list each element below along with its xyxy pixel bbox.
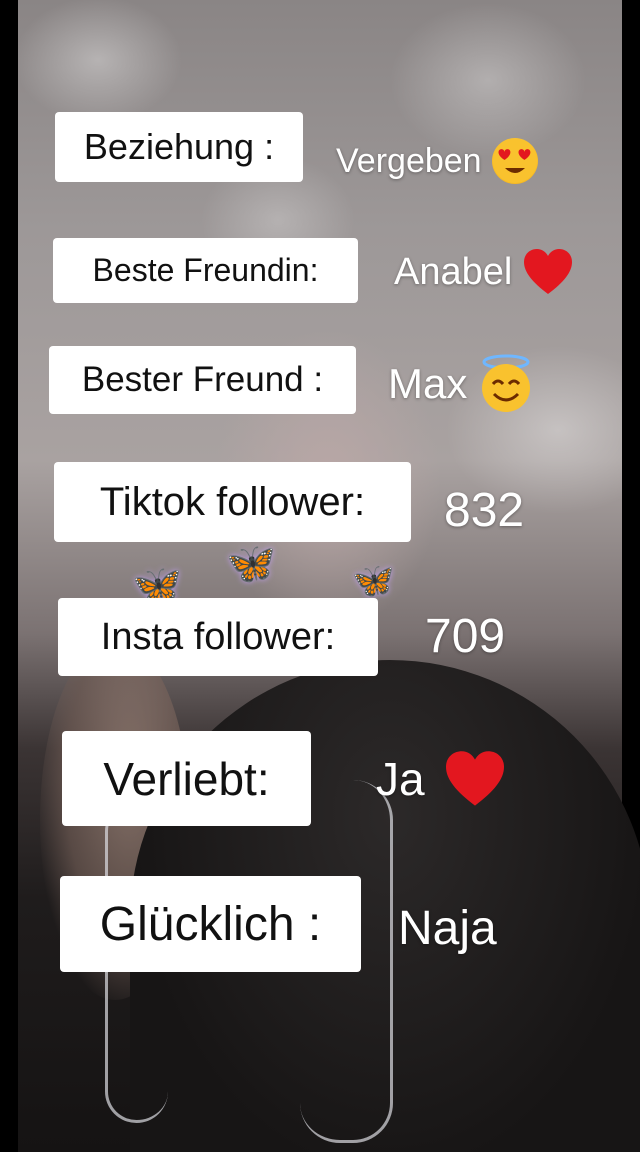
label-beste-freundin: Beste Freundin:: [53, 238, 358, 303]
red-heart-icon: [524, 249, 573, 294]
value-gluecklich: Naja: [398, 901, 497, 955]
label-insta-follower: Insta follower:: [58, 598, 378, 676]
label-beziehung: Beziehung :: [55, 112, 303, 182]
value-verliebt: Ja: [376, 748, 507, 810]
halo-smile-emoji-icon: [482, 354, 531, 412]
label-verliebt: Verliebt:: [62, 731, 311, 826]
red-heart-icon: [445, 751, 504, 806]
value-beziehung: Vergeben: [336, 136, 538, 186]
value-insta-follower: 709: [425, 609, 506, 663]
value-beste-freundin: Anabel: [394, 244, 574, 300]
label-gluecklich: Glücklich :: [60, 876, 361, 972]
value-tiktok-follower: 832: [444, 483, 525, 537]
heart-eyes-emoji-icon: [491, 138, 538, 184]
label-bester-freund: Bester Freund :: [49, 346, 356, 414]
butterfly-sticker-icon: 🦋: [352, 562, 395, 600]
video-frame: 🦋 🦋 🦋 Beziehung : Vergeben Beste Freundi…: [0, 0, 640, 1152]
butterfly-sticker-icon: 🦋: [226, 542, 276, 586]
value-bester-freund: Max: [388, 352, 535, 416]
label-tiktok-follower: Tiktok follower:: [54, 462, 411, 542]
